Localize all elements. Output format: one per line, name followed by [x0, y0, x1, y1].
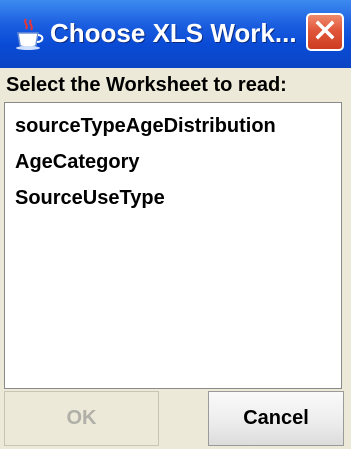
java-coffee-cup-icon — [14, 17, 44, 51]
close-button[interactable] — [306, 13, 344, 51]
list-item[interactable]: SourceUseType — [5, 180, 341, 216]
list-item[interactable]: sourceTypeAgeDistribution — [5, 108, 341, 144]
worksheet-list[interactable]: sourceTypeAgeDistribution AgeCategory So… — [4, 102, 342, 389]
title-bar[interactable]: Choose XLS Work... — [0, 0, 351, 68]
list-item[interactable]: AgeCategory — [5, 144, 341, 180]
worksheet-prompt: Select the Worksheet to read: — [0, 68, 351, 102]
window-title: Choose XLS Work... — [50, 18, 297, 48]
ok-button[interactable]: OK — [4, 391, 159, 446]
cancel-button[interactable]: Cancel — [208, 391, 344, 446]
button-bar: OK Cancel — [0, 389, 351, 449]
close-icon — [314, 19, 336, 46]
choose-worksheet-dialog: Choose XLS Work... Select the Worksheet … — [0, 0, 351, 449]
